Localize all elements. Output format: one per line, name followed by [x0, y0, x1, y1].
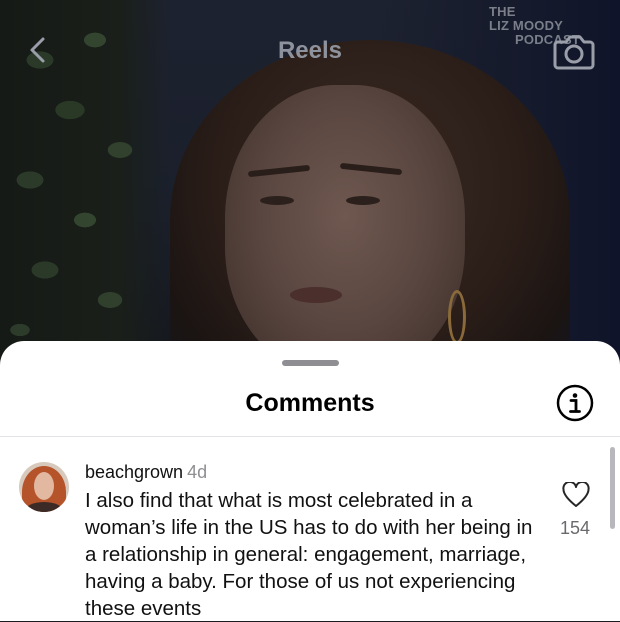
watermark-line2: LIZ MOODY: [489, 18, 564, 33]
comment-username[interactable]: beachgrown: [85, 462, 183, 482]
camera-icon: [553, 35, 595, 70]
comment-item: beachgrown 4d I also find that what is mo…: [0, 437, 620, 620]
comment-text: I also find that what is most celebrated…: [85, 489, 533, 620]
comment-time: 4d: [187, 462, 208, 482]
scrollbar[interactable]: [610, 447, 615, 529]
video-person-earring: [448, 290, 466, 344]
comments-sheet: Comments beachgrown 4d I also find that w…: [0, 341, 620, 621]
comment-header: beachgrown 4d: [85, 461, 207, 483]
avatar-face: [34, 472, 54, 500]
sheet-drag-handle[interactable]: [282, 360, 339, 366]
camera-button[interactable]: [552, 32, 596, 72]
video-person-eye: [260, 196, 294, 205]
heart-outline-icon: [562, 480, 590, 507]
video-person-mouth: [290, 287, 342, 303]
watermark-line1: THE: [489, 4, 516, 19]
video-person-face: [225, 85, 465, 360]
like-button[interactable]: [562, 480, 590, 508]
info-button[interactable]: [555, 383, 595, 423]
sheet-title: Comments: [245, 389, 375, 417]
video-person-eye: [346, 196, 380, 205]
info-icon: [556, 384, 594, 422]
reel-video[interactable]: Reels THE LIZ MOODY PODCAST: [0, 0, 620, 360]
like-count: 154: [559, 518, 591, 538]
avatar[interactable]: [19, 462, 69, 512]
